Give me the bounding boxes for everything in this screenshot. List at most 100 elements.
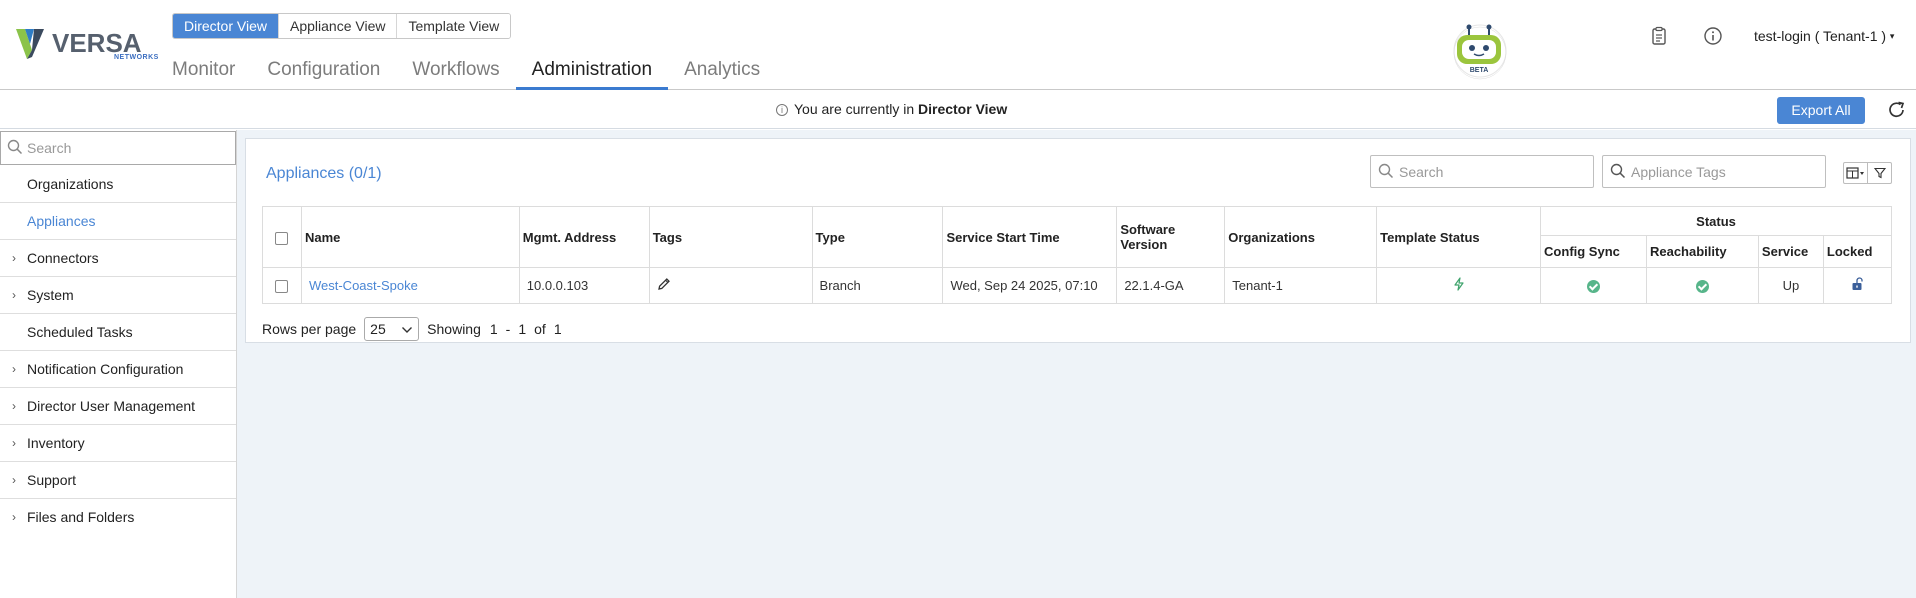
col-header-type[interactable]: Type	[811, 206, 944, 268]
appliance-name-link[interactable]: West-Coast-Spoke	[309, 278, 418, 293]
sidebar-item-appliances[interactable]: Appliances	[0, 203, 236, 240]
col-header-service-start-time[interactable]: Service Start Time	[942, 206, 1118, 268]
sidebar-item-organizations[interactable]: Organizations	[0, 166, 236, 203]
col-header-mgmt-address[interactable]: Mgmt. Address	[518, 206, 650, 268]
cell-config-sync	[1540, 267, 1647, 304]
cell-service-start-time: Wed, Sep 24 2025, 07:10	[942, 267, 1118, 304]
column-chooser-icon[interactable]	[1844, 163, 1868, 183]
chevron-right-icon: ›	[12, 288, 16, 302]
col-header-config-sync[interactable]: Config Sync	[1540, 235, 1647, 268]
select-all-cell	[262, 206, 302, 268]
sidebar-search	[0, 131, 236, 165]
chevron-right-icon: ›	[12, 473, 16, 487]
rows-per-page-select[interactable]: 25	[364, 317, 420, 341]
sidebar-item-label: Notification Configuration	[27, 361, 184, 377]
cell-mgmt-address: 10.0.0.103	[518, 267, 650, 304]
col-header-tags[interactable]: Tags	[648, 206, 813, 268]
template-view-button[interactable]: Template View	[397, 14, 511, 38]
sidebar-item-director-user-management[interactable]: › Director User Management	[0, 388, 236, 425]
info-prefix: You are currently in	[794, 101, 915, 117]
edit-tags-pencil-icon[interactable]	[657, 277, 671, 294]
rows-per-page-label: Rows per page	[262, 321, 357, 337]
sidebar-item-label: Connectors	[27, 250, 99, 266]
export-all-button[interactable]: Export All	[1777, 97, 1865, 124]
col-header-service[interactable]: Service	[1757, 235, 1824, 268]
director-view-button[interactable]: Director View	[173, 14, 279, 38]
cell-locked	[1822, 267, 1893, 304]
ai-assistant-bot-icon[interactable]: BETA	[1447, 20, 1511, 80]
clipboard-icon[interactable]	[1649, 26, 1669, 46]
sidebar-item-inventory[interactable]: › Inventory	[0, 425, 236, 462]
row-select-cell	[262, 267, 302, 304]
appliance-tags-input[interactable]	[1631, 163, 1816, 181]
sidebar-item-support[interactable]: › Support	[0, 462, 236, 499]
config-sync-ok-icon	[1587, 280, 1600, 294]
cell-tags	[648, 267, 813, 304]
chevron-right-icon: ›	[12, 251, 16, 265]
table-tools	[1843, 162, 1892, 184]
brand-sub: NETWORKS	[114, 54, 159, 61]
filter-icon[interactable]	[1868, 163, 1891, 183]
sidebar-item-files-and-folders[interactable]: › Files and Folders	[0, 499, 236, 536]
app-header: VERSA NETWORKS Director View Appliance V…	[0, 0, 1916, 90]
showing-from: 1	[489, 321, 498, 337]
user-menu[interactable]: test-login ( Tenant-1 ) ▾	[1754, 28, 1894, 44]
col-header-software-version[interactable]: Software Version	[1116, 206, 1226, 268]
table-search-input[interactable]	[1399, 163, 1584, 181]
col-header-reachability[interactable]: Reachability	[1645, 235, 1759, 268]
beta-badge: BETA	[1470, 67, 1489, 74]
col-header-organizations[interactable]: Organizations	[1224, 206, 1378, 268]
sidebar-item-notification-configuration[interactable]: › Notification Configuration	[0, 351, 236, 388]
sidebar-item-connectors[interactable]: › Connectors	[0, 240, 236, 277]
tab-analytics[interactable]: Analytics	[668, 58, 776, 88]
table-row[interactable]: West-Coast-Spoke 10.0.0.103 Branch Wed, …	[262, 267, 1893, 304]
showing-to: 1	[518, 321, 527, 337]
sidebar-menu: Organizations Appliances › Connectors › Sy…	[0, 166, 236, 536]
pagination: Rows per page 25 Showing 1 - 1 of 1	[262, 317, 566, 341]
tab-configuration[interactable]: Configuration	[251, 58, 396, 88]
showing-dash: -	[505, 321, 511, 337]
main-nav: Monitor Configuration Workflows Administ…	[172, 58, 776, 90]
chevron-right-icon: ›	[12, 510, 16, 524]
sidebar-search-input[interactable]	[27, 138, 227, 158]
showing-of: of	[534, 321, 546, 337]
template-status-bolt-icon[interactable]	[1453, 277, 1465, 294]
tab-administration[interactable]: Administration	[515, 58, 669, 90]
sidebar-item-label: Inventory	[27, 435, 85, 451]
rows-per-page-value: 25	[370, 321, 386, 337]
col-group-status: Status	[1540, 206, 1892, 236]
tab-workflows[interactable]: Workflows	[396, 58, 515, 88]
search-icon	[7, 139, 23, 158]
sidebar-item-label: Files and Folders	[27, 509, 135, 525]
cell-software-version: 22.1.4-GA	[1116, 267, 1226, 304]
sidebar-item-scheduled-tasks[interactable]: Scheduled Tasks	[0, 314, 236, 351]
sidebar-item-label: Organizations	[27, 176, 114, 192]
showing-total: 1	[553, 321, 562, 337]
refresh-icon[interactable]	[1887, 100, 1907, 120]
chevron-right-icon: ›	[12, 436, 16, 450]
main-content: Appliances (0/1) Nam	[237, 130, 1916, 598]
versa-logo[interactable]: VERSA NETWORKS	[16, 24, 158, 64]
reachability-ok-icon	[1695, 280, 1709, 294]
col-header-locked[interactable]: Locked	[1822, 235, 1893, 268]
appliance-view-button[interactable]: Appliance View	[279, 14, 398, 38]
cell-type: Branch	[811, 267, 944, 304]
select-all-checkbox[interactable]	[275, 231, 289, 245]
sidebar-item-system[interactable]: › System	[0, 277, 236, 314]
row-checkbox[interactable]	[275, 280, 289, 294]
tab-monitor[interactable]: Monitor	[172, 58, 251, 88]
unlocked-icon[interactable]	[1851, 277, 1864, 294]
info-icon[interactable]	[1703, 26, 1723, 46]
col-header-template-status[interactable]: Template Status	[1376, 206, 1542, 268]
caret-down-icon: ▾	[1889, 31, 1895, 41]
sidebar-item-label: Support	[27, 472, 77, 488]
chevron-right-icon: ›	[12, 362, 16, 376]
col-header-name[interactable]: Name	[300, 206, 520, 268]
view-info-bar: i You are currently in Director View Expo…	[0, 91, 1916, 129]
cell-service: Up	[1757, 267, 1824, 304]
table-search	[1370, 155, 1594, 188]
search-icon	[1378, 163, 1394, 182]
chevron-down-icon	[401, 321, 413, 337]
cell-organizations: Tenant-1	[1224, 267, 1378, 304]
panel-title: Appliances (0/1)	[266, 165, 382, 182]
